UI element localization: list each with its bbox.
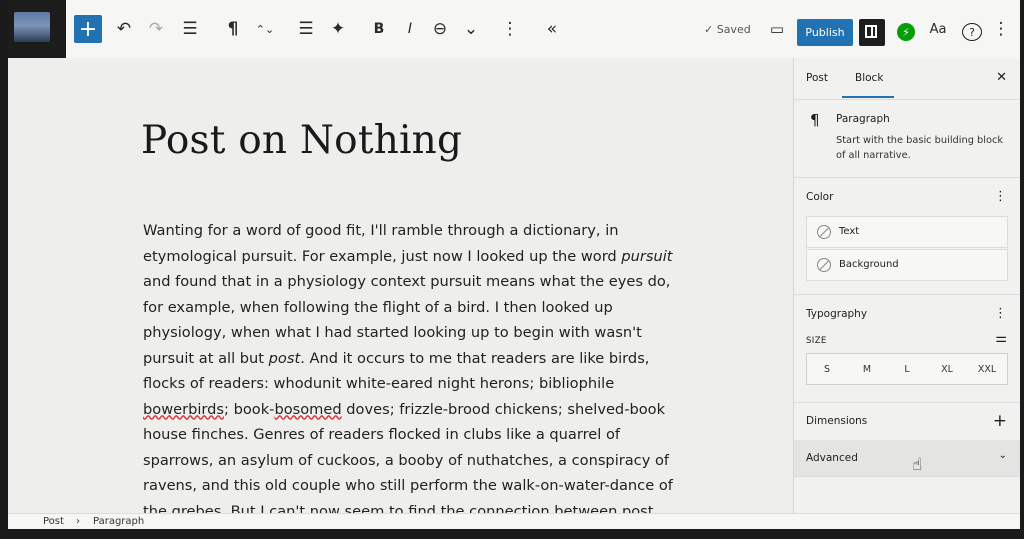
undo-icon[interactable]: ↶ <box>114 14 134 44</box>
italic-button[interactable]: I <box>402 14 418 44</box>
color-panel-title: Color <box>806 191 834 203</box>
saved-status: ✓ Saved <box>704 23 751 36</box>
size-label: SIZE <box>806 336 827 346</box>
preview-icon[interactable]: ▭ <box>767 14 787 44</box>
hand-cursor-icon: ☝ <box>912 455 923 475</box>
site-icon[interactable] <box>8 0 66 58</box>
paragraph-text: doves; frizzle-brood chickens; shelved-b… <box>143 400 673 530</box>
top-toolbar: + ↶ ↷ ☰ ¶ ⌃⌄ ☰ ✦ B I ⊖ ⌄ ⋮ « ✓ Saved ▭ P… <box>8 0 1020 59</box>
editor-canvas[interactable]: Post on Nothing Wanting for a word of go… <box>8 58 793 529</box>
typography-panel-title: Typography <box>806 308 868 320</box>
bold-button[interactable]: B <box>370 14 388 44</box>
size-option-m[interactable]: M <box>847 354 887 384</box>
size-option-s[interactable]: S <box>807 354 847 384</box>
text-color-button[interactable]: Text <box>806 216 1008 248</box>
sidebar-tabs: Post Block ✕ <box>794 58 1020 100</box>
help-icon[interactable]: ? <box>962 23 982 41</box>
background-color-button[interactable]: Background <box>806 249 1008 281</box>
color-options-icon[interactable]: ⋮ <box>994 189 1007 204</box>
tab-block[interactable]: Block <box>855 72 883 84</box>
collapse-toolbar-icon[interactable]: « <box>542 14 562 44</box>
breadcrumb-post[interactable]: Post <box>43 516 64 527</box>
link-icon[interactable]: ⊖ <box>430 14 450 44</box>
color-panel: Color ⋮ Text Background <box>794 178 1020 295</box>
typography-panel: Typography ⋮ SIZE ⚌ S M L XL XXL <box>794 294 1020 403</box>
size-option-l[interactable]: L <box>887 354 927 384</box>
breadcrumb-separator: › <box>76 516 80 527</box>
breadcrumb: Post › Paragraph <box>8 513 1020 529</box>
typography-options-icon[interactable]: ⋮ <box>994 306 1007 321</box>
dimensions-panel-title: Dimensions <box>806 415 868 427</box>
ai-assistant-icon[interactable]: ✦ <box>328 14 348 44</box>
paragraph-icon: ¶ <box>810 111 820 129</box>
styles-button[interactable]: Aa <box>927 14 949 44</box>
background-color-label: Background <box>839 259 899 270</box>
list-view-icon[interactable]: ☰ <box>180 14 200 44</box>
more-options-icon[interactable]: ⋮ <box>993 14 1010 44</box>
align-icon[interactable]: ☰ <box>296 14 316 44</box>
paragraph-block[interactable]: Wanting for a word of good fit, I'll ram… <box>143 218 683 529</box>
text-color-label: Text <box>839 226 860 237</box>
site-icon-image <box>14 12 50 42</box>
paragraph-text: ; book- <box>224 400 275 418</box>
chevron-down-icon[interactable]: ⌄ <box>999 450 1007 461</box>
paragraph-text: Wanting for a word of good fit, I'll ram… <box>143 222 622 265</box>
advanced-panel[interactable]: Advanced ☝ ⌄ <box>794 440 1020 477</box>
active-tab-indicator <box>842 96 894 98</box>
size-option-xxl[interactable]: XXL <box>967 354 1007 384</box>
paragraph-block-icon[interactable]: ¶ <box>224 14 242 44</box>
size-option-xl[interactable]: XL <box>927 354 967 384</box>
move-up-down-icon[interactable]: ⌃⌄ <box>256 14 274 44</box>
empty-swatch-icon <box>817 258 831 272</box>
spellcheck-word: bowerbirds <box>143 400 225 418</box>
add-block-button[interactable]: + <box>74 15 102 43</box>
paragraph-emphasis: post <box>268 349 301 367</box>
font-size-picker: S M L XL XXL <box>806 353 1008 385</box>
post-title[interactable]: Post on Nothing <box>141 118 462 163</box>
jetpack-icon[interactable]: ⚡ <box>897 23 915 41</box>
publish-button[interactable]: Publish <box>797 19 853 46</box>
empty-swatch-icon <box>817 225 831 239</box>
spellcheck-word: bosomed <box>274 400 342 418</box>
more-rich-text-icon[interactable]: ⌄ <box>462 14 480 44</box>
paragraph-emphasis: pursuit <box>621 247 673 265</box>
add-dimension-icon[interactable]: + <box>993 411 1007 431</box>
tab-post[interactable]: Post <box>806 72 828 84</box>
close-icon[interactable]: ✕ <box>996 70 1007 85</box>
breadcrumb-paragraph[interactable]: Paragraph <box>93 516 144 527</box>
block-name: Paragraph <box>836 113 890 125</box>
custom-size-icon[interactable]: ⚌ <box>995 331 1007 346</box>
settings-sidebar: Post Block ✕ ¶ Paragraph Start with the … <box>793 58 1020 513</box>
redo-icon[interactable]: ↷ <box>146 14 166 44</box>
sidebar-icon <box>865 25 877 38</box>
block-description: Start with the basic building block of a… <box>836 135 1004 161</box>
dimensions-panel[interactable]: Dimensions + <box>794 402 1020 441</box>
block-options-icon[interactable]: ⋮ <box>502 14 519 44</box>
advanced-panel-title: Advanced <box>806 452 858 464</box>
editor-screen: + ↶ ↷ ☰ ¶ ⌃⌄ ☰ ✦ B I ⊖ ⌄ ⋮ « ✓ Saved ▭ P… <box>8 0 1020 529</box>
settings-toggle-button[interactable] <box>859 19 885 46</box>
block-card: ¶ Paragraph Start with the basic buildin… <box>794 99 1020 178</box>
